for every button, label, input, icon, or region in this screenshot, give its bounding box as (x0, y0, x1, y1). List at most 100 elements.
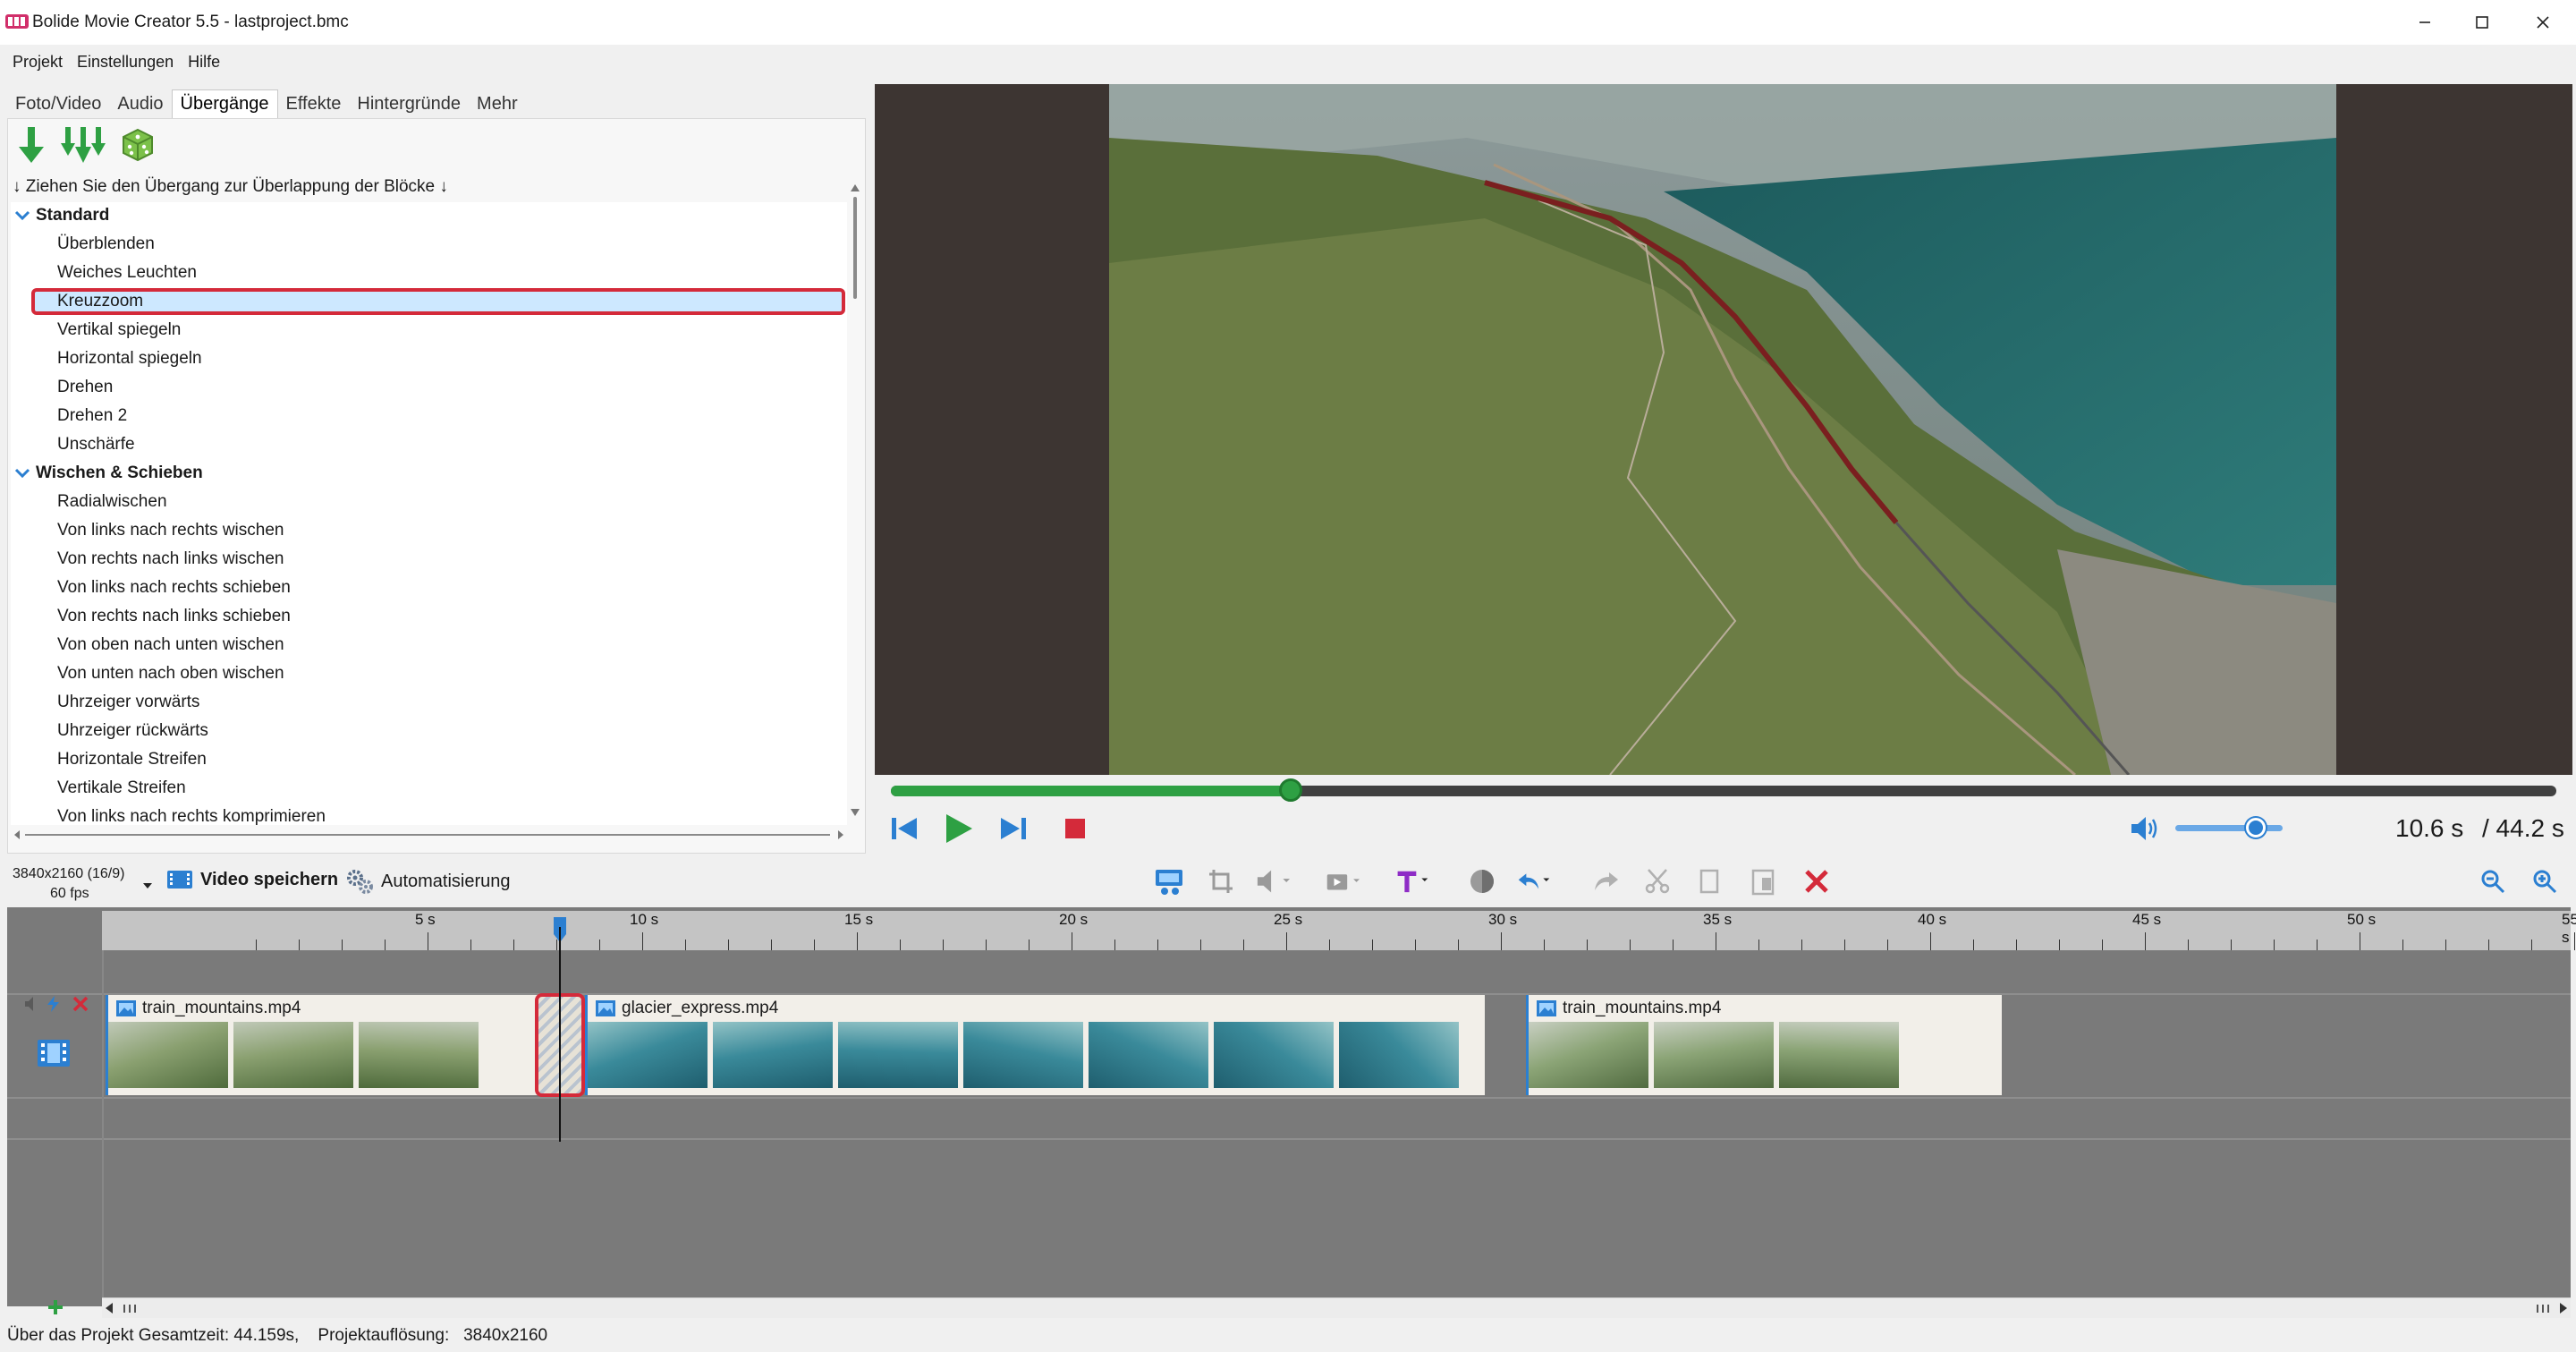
copy-button[interactable] (1692, 864, 1726, 898)
undo-button[interactable] (1517, 864, 1551, 898)
volume-slider[interactable] (2175, 825, 2283, 831)
minimize-button[interactable] (2394, 0, 2456, 45)
tab-mehr[interactable]: Mehr (469, 90, 526, 118)
color-button[interactable] (1465, 864, 1499, 898)
transition-item[interactable]: Weiches Leuchten (11, 259, 197, 286)
timeline-clip[interactable]: glacier_express.mp4 (585, 995, 1485, 1095)
menu-einstellungen[interactable]: Einstellungen (77, 53, 174, 72)
transition-item[interactable]: Drehen (11, 374, 113, 401)
transition-item[interactable]: Horizontale Streifen (11, 746, 207, 773)
transition-item[interactable]: Uhrzeiger vorwärts (11, 689, 199, 716)
tab-effekte[interactable]: Effekte (278, 90, 350, 118)
mute-button[interactable] (2127, 811, 2163, 846)
step-forward-icon (1001, 818, 1026, 839)
transition-item[interactable]: Uhrzeiger rückwärts (11, 718, 208, 744)
ruler-tick (470, 940, 471, 950)
ruler-label: 5 s (415, 911, 436, 928)
timeline-clip[interactable]: train_mountains.mp4 (106, 995, 540, 1095)
save-video-button[interactable]: Video speichern (166, 868, 338, 891)
menu-hilfe[interactable]: Hilfe (188, 53, 220, 72)
previous-frame-button[interactable] (887, 811, 923, 846)
next-frame-button[interactable] (995, 811, 1030, 846)
ruler-tick (1286, 932, 1287, 950)
zoom-in-button[interactable] (2528, 864, 2562, 898)
automation-button[interactable]: Automatisierung (345, 868, 511, 895)
transition-list[interactable]: Standard Überblenden Weiches Leuchten Kreuz… (11, 202, 847, 825)
track-delete-button[interactable] (72, 995, 89, 1018)
transition-item[interactable]: Von unten nach oben wischen (11, 660, 284, 687)
tab-foto-video[interactable]: Foto/Video (7, 90, 109, 118)
tree-group[interactable]: Wischen & Schieben (11, 460, 203, 487)
status-bar: Über das Projekt Gesamtzeit: 44.159s, Pr… (0, 1319, 2576, 1352)
timeline[interactable] (7, 907, 2571, 1306)
tab-hintergruende[interactable]: Hintergründe (349, 90, 469, 118)
timeline-scrollbar[interactable] (102, 1297, 2571, 1318)
playhead[interactable] (559, 927, 561, 1142)
clip-thumbnail (359, 1022, 479, 1088)
track-volume-button[interactable] (23, 995, 41, 1018)
fps-label: 60 fps (50, 886, 89, 901)
apply-all-transitions-button[interactable] (61, 125, 106, 170)
selected-transition (31, 288, 845, 315)
transition-item[interactable]: Vertikal spiegeln (11, 317, 181, 344)
transition-item[interactable]: Von rechts nach links wischen (11, 546, 284, 573)
resolution-info[interactable]: 3840x2160 (16/9) 60 fps (13, 864, 124, 904)
track-lock-button[interactable] (45, 995, 63, 1018)
transition-item[interactable]: Überblenden (11, 231, 155, 258)
maximize-button[interactable] (2451, 0, 2513, 45)
paste-button[interactable] (1746, 864, 1780, 898)
menu-projekt[interactable]: Projekt (13, 53, 63, 72)
tree-group[interactable]: Standard (11, 202, 109, 229)
ruler-tick (1329, 940, 1330, 950)
timeline-clip[interactable]: train_mountains.mp4 (1526, 995, 2002, 1095)
zoom-out-button[interactable] (2476, 864, 2510, 898)
transition-item[interactable]: Unschärfe (11, 431, 135, 458)
clip-label: train_mountains.mp4 (115, 999, 301, 1018)
random-transition-button[interactable] (120, 127, 156, 168)
tab-uebergaenge[interactable]: Übergänge (171, 89, 278, 118)
ruler-tick (1801, 940, 1802, 950)
transition-item[interactable]: Radialwischen (11, 489, 167, 515)
ruler-label: 40 s (1918, 911, 1947, 928)
cut-button[interactable] (1640, 864, 1674, 898)
audio-button[interactable] (1256, 864, 1290, 898)
time-ruler[interactable]: 5 s 10 s 15 s 20 s 25 s 30 s 35 s 40 s 45 s 50 s 5… (102, 911, 2576, 950)
clip-label: train_mountains.mp4 (1536, 999, 1721, 1018)
crop-button[interactable] (1204, 864, 1238, 898)
ruler-tick (1973, 940, 1974, 950)
tab-audio[interactable]: Audio (109, 90, 171, 118)
transition-item[interactable]: Kreuzzoom (11, 288, 143, 315)
ruler-tick (1630, 940, 1631, 950)
apply-transition-button[interactable] (16, 125, 47, 170)
undo-icon (1518, 873, 1550, 889)
transition-item[interactable]: Von oben nach unten wischen (11, 632, 284, 659)
close-window-button[interactable] (2512, 0, 2574, 45)
list-vertical-scrollbar[interactable] (847, 179, 863, 825)
transition-item[interactable]: Drehen 2 (11, 403, 127, 429)
play-button[interactable] (941, 811, 977, 846)
volume-handle[interactable] (2246, 818, 2266, 838)
delete-button[interactable] (1800, 864, 1834, 898)
transition-item[interactable]: Von links nach rechts komprimieren (11, 804, 326, 825)
stop-button[interactable] (1057, 811, 1093, 846)
transition-item[interactable]: Von links nach rechts wischen (11, 517, 284, 544)
clip-settings-button[interactable] (1152, 864, 1186, 898)
transition-item[interactable]: Vertikale Streifen (11, 775, 186, 802)
transition-item[interactable]: Von links nach rechts schieben (11, 574, 291, 601)
ruler-tick (1673, 940, 1674, 950)
transition-item[interactable]: Von rechts nach links schieben (11, 603, 291, 630)
list-horizontal-scrollbar[interactable] (11, 825, 847, 845)
text-button[interactable] (1395, 864, 1429, 898)
zoom-out-icon (2481, 870, 2505, 894)
ruler-label: 10 s (630, 911, 659, 928)
media-button[interactable] (1326, 864, 1360, 898)
resolution-dropdown[interactable] (141, 877, 154, 889)
redo-button[interactable] (1589, 864, 1623, 898)
ruler-tick (1114, 940, 1115, 950)
transition-item[interactable]: Horizontal spiegeln (11, 345, 202, 372)
seek-handle[interactable] (1279, 778, 1302, 802)
transition-toolbar (16, 125, 156, 170)
ruler-tick (2445, 940, 2446, 950)
ruler-label: 20 s (1059, 911, 1089, 928)
ruler-tick (1200, 940, 1201, 950)
